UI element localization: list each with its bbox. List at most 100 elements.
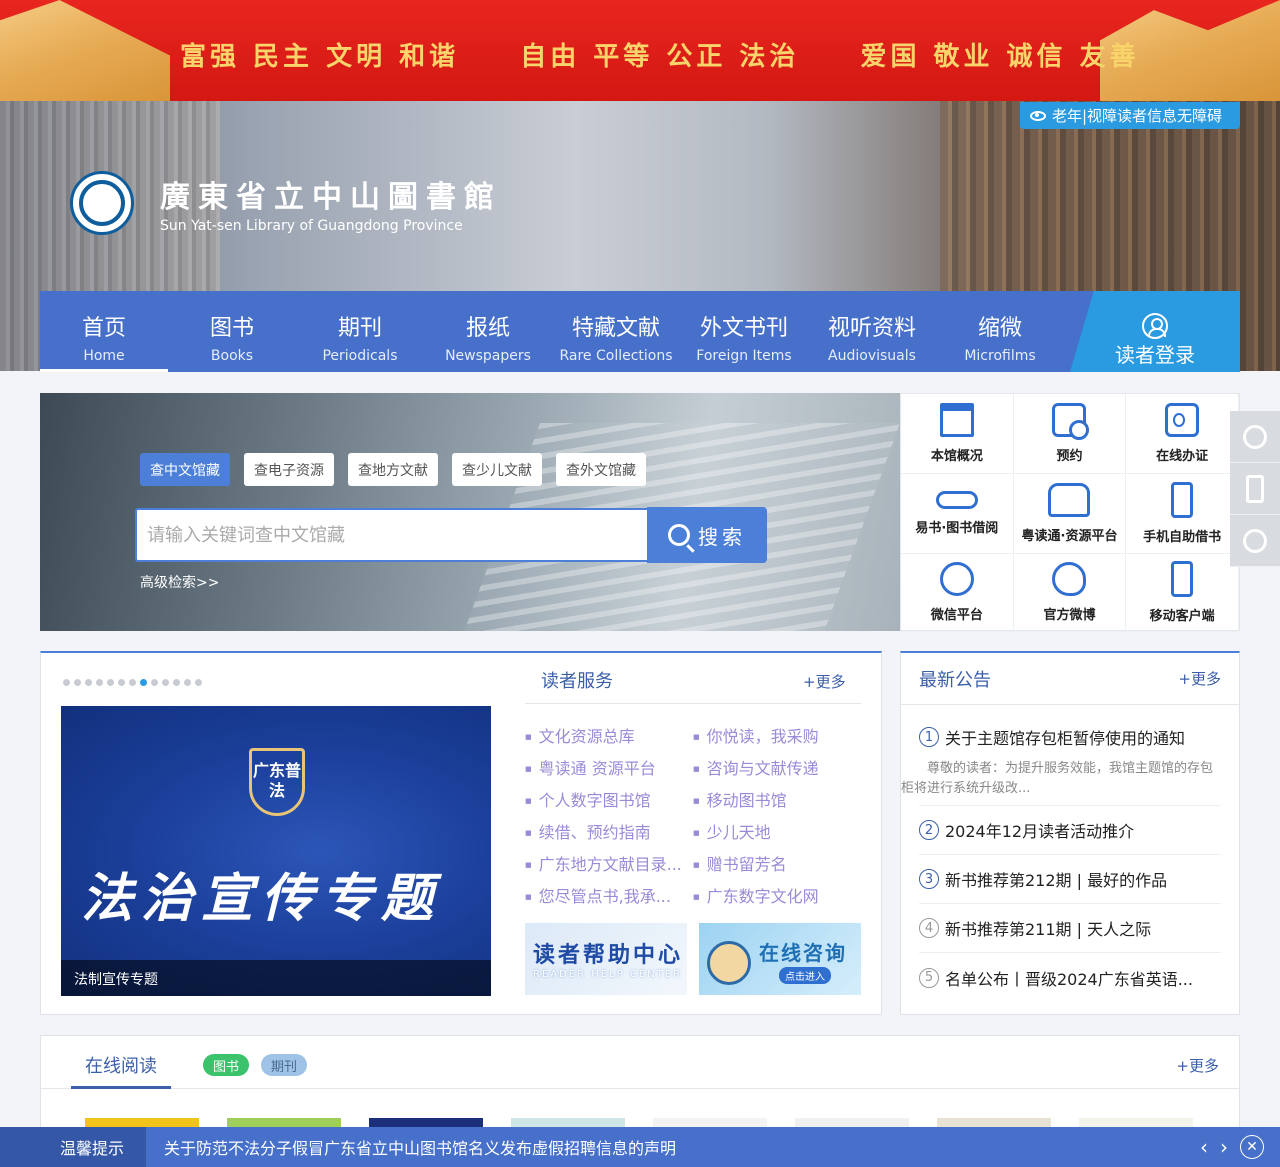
notices-title[interactable]: 最新公告 bbox=[919, 666, 991, 692]
next-arrow-icon[interactable]: › bbox=[1220, 1135, 1228, 1159]
reader-login-button[interactable]: 读者登录 bbox=[1070, 291, 1240, 372]
online-consult-enter-button[interactable]: 点击进入 bbox=[779, 967, 831, 984]
notice-item[interactable]: 2 2024年12月读者活动推介 bbox=[919, 806, 1221, 855]
slider-dot[interactable] bbox=[96, 679, 103, 686]
service-link[interactable]: 移动图书馆 bbox=[693, 787, 861, 808]
search-icon bbox=[668, 524, 690, 546]
service-link[interactable]: 赠书留芳名 bbox=[693, 851, 861, 872]
nav-item-audiovisuals[interactable]: 视听资料 Audiovisuals bbox=[808, 291, 936, 372]
online-reading-more-link[interactable]: +更多 bbox=[1176, 1055, 1219, 1076]
nav-label-cn: 特藏文献 bbox=[571, 316, 660, 341]
nav-item-rare-collections[interactable]: 特藏文献 Rare Collections bbox=[552, 291, 680, 372]
slider-dot[interactable] bbox=[63, 679, 70, 686]
filter-books-pill[interactable]: 图书 bbox=[203, 1054, 250, 1076]
slider-dot[interactable] bbox=[140, 679, 147, 686]
eye-icon bbox=[1030, 110, 1046, 121]
notices-header: 最新公告 +更多 bbox=[901, 653, 1239, 705]
nav-item-newspapers[interactable]: 报纸 Newspapers bbox=[424, 291, 552, 372]
main-nav: 首页 Home 图书 Books 期刊 Periodicals 报纸 Newsp… bbox=[40, 291, 1240, 372]
slider-dot[interactable] bbox=[118, 679, 125, 686]
services-list: 文化资源总库 你悦读，我采购 粤读通 资源平台 咨询与文献传递 个人数字图书馆 … bbox=[525, 723, 875, 904]
prev-arrow-icon[interactable]: ‹ bbox=[1200, 1135, 1208, 1159]
close-icon[interactable]: ✕ bbox=[1240, 1135, 1264, 1159]
tab-local-docs[interactable]: 查地方文献 bbox=[348, 453, 438, 486]
quick-online-card[interactable]: 在线办证 bbox=[1126, 394, 1239, 474]
service-link[interactable]: 个人数字图书馆 bbox=[525, 787, 693, 808]
slider-dot[interactable] bbox=[74, 679, 81, 686]
side-weibo-button[interactable] bbox=[1230, 515, 1280, 567]
tab-e-resources[interactable]: 查电子资源 bbox=[244, 453, 334, 486]
nav-item-home[interactable]: 首页 Home bbox=[40, 291, 168, 372]
slider-dot[interactable] bbox=[162, 679, 169, 686]
notice-item[interactable]: 1 关于主题馆存包柜暂停使用的通知 尊敬的读者：为提升服务效能，我馆主题馆的存包… bbox=[901, 705, 1221, 806]
nav-label-cn: 首页 bbox=[81, 316, 126, 341]
search-button[interactable]: 搜索 bbox=[647, 507, 767, 563]
slider-dot[interactable] bbox=[107, 679, 114, 686]
online-consult-banner[interactable]: 在线咨询 点击进入 bbox=[699, 923, 861, 995]
nav-label-cn: 外文书刊 bbox=[699, 316, 788, 341]
nav-item-foreign-items[interactable]: 外文书刊 Foreign Items bbox=[680, 291, 808, 372]
library-logo[interactable]: 廣東省立中山圖書館 Sun Yat-sen Library of Guangdo… bbox=[70, 171, 502, 235]
ticker-message[interactable]: 关于防范不法分子假冒广东省立中山图书馆名义发布虚假招聘信息的声明 bbox=[164, 1135, 676, 1159]
advanced-search-link[interactable]: 高级检索>> bbox=[140, 572, 219, 592]
help-center-subtitle: READER HELP CENTER bbox=[533, 969, 683, 980]
slogan-group-1: 富强 民主 文明 和谐 bbox=[180, 42, 460, 72]
search-input[interactable] bbox=[135, 508, 647, 562]
notice-item[interactable]: 5 名单公布丨晋级2024广东省英语... bbox=[919, 953, 1221, 1002]
notice-item[interactable]: 3 新书推荐第212期 | 最好的作品 bbox=[919, 855, 1221, 904]
slider-dot[interactable] bbox=[151, 679, 158, 686]
slider-dot[interactable] bbox=[129, 679, 136, 686]
nav-label-cn: 期刊 bbox=[337, 316, 382, 341]
nav-item-microfilms[interactable]: 缩微 Microfilms bbox=[936, 291, 1064, 372]
services-more-link[interactable]: +更多 bbox=[803, 671, 846, 692]
tab-chinese-collection[interactable]: 查中文馆藏 bbox=[140, 453, 230, 486]
featured-panel: 广东普法 法治宣传专题 法制宣传专题 读者服务 +更多 文化资源总库 你悦读，我… bbox=[40, 651, 882, 1015]
wechat-icon bbox=[939, 562, 974, 596]
accessibility-button[interactable]: 老年|视障读者信息无障碍 bbox=[1020, 102, 1240, 129]
filter-periodicals-pill[interactable]: 期刊 bbox=[261, 1054, 308, 1076]
side-mobile-button[interactable] bbox=[1230, 463, 1280, 515]
slider-dot[interactable] bbox=[184, 679, 191, 686]
quick-resource-platform[interactable]: 粤读通·资源平台 bbox=[1013, 474, 1127, 554]
notices-panel: 最新公告 +更多 1 关于主题馆存包柜暂停使用的通知 尊敬的读者：为提升服务效能… bbox=[900, 651, 1240, 1015]
service-link[interactable]: 广东数字文化网 bbox=[693, 883, 861, 904]
nav-label-en: Rare Collections bbox=[559, 348, 673, 364]
nav-item-books[interactable]: 图书 Books bbox=[168, 291, 296, 372]
ticker-label: 温馨提示 bbox=[0, 1127, 146, 1167]
notice-title: 2024年12月读者活动推介 bbox=[945, 822, 1135, 841]
user-icon bbox=[1142, 313, 1168, 339]
slider-image[interactable]: 广东普法 法治宣传专题 法制宣传专题 bbox=[61, 706, 491, 996]
service-link[interactable]: 续借、预约指南 bbox=[525, 819, 693, 840]
slider-dot[interactable] bbox=[173, 679, 180, 686]
side-float-bar bbox=[1230, 411, 1280, 567]
quick-mobile-self-borrow[interactable]: 手机自助借书 bbox=[1126, 474, 1239, 554]
quick-wechat-platform[interactable]: 微信平台 bbox=[901, 554, 1014, 632]
notices-more-link[interactable]: +更多 bbox=[1178, 668, 1221, 689]
mobile-phone-icon bbox=[1171, 561, 1194, 597]
tab-foreign-collection[interactable]: 查外文馆藏 bbox=[556, 453, 646, 486]
quick-library-overview[interactable]: 本馆概况 bbox=[901, 394, 1014, 474]
quick-reservation[interactable]: 预约 bbox=[1013, 394, 1127, 474]
online-reading-title[interactable]: 在线阅读 bbox=[85, 1052, 157, 1078]
tab-children-docs[interactable]: 查少儿文献 bbox=[452, 453, 542, 486]
service-link[interactable]: 广东地方文献目录... bbox=[525, 851, 693, 872]
quick-book-lending[interactable]: 易书·图书借阅 bbox=[901, 474, 1014, 554]
notice-summary: 尊敬的读者：为提升服务效能，我馆主题馆的存包柜将进行系统升级改... bbox=[901, 761, 1214, 796]
side-wechat-button[interactable] bbox=[1230, 411, 1280, 463]
services-title[interactable]: 读者服务 bbox=[541, 667, 613, 693]
service-link[interactable]: 文化资源总库 bbox=[525, 723, 693, 744]
slider-dot[interactable] bbox=[195, 679, 202, 686]
library-name: 廣東省立中山圖書館 Sun Yat-sen Library of Guangdo… bbox=[160, 172, 502, 234]
notice-item[interactable]: 4 新书推荐第211期 | 天人之际 bbox=[919, 904, 1221, 953]
nav-item-periodicals[interactable]: 期刊 Periodicals bbox=[296, 291, 424, 372]
reader-help-center-banner[interactable]: 读者帮助中心 READER HELP CENTER bbox=[525, 923, 687, 995]
nav-label-en: Books bbox=[210, 348, 254, 364]
service-link[interactable]: 你悦读，我采购 bbox=[693, 723, 861, 744]
quick-official-weibo[interactable]: 官方微博 bbox=[1013, 554, 1127, 632]
service-link[interactable]: 您尽管点书,我承... bbox=[525, 883, 693, 904]
service-link[interactable]: 粤读通 资源平台 bbox=[525, 755, 693, 776]
service-link[interactable]: 少儿天地 bbox=[693, 819, 861, 840]
quick-mobile-client[interactable]: 移动客户端 bbox=[1126, 554, 1239, 632]
service-link[interactable]: 咨询与文献传递 bbox=[693, 755, 861, 776]
slider-dot[interactable] bbox=[85, 679, 92, 686]
